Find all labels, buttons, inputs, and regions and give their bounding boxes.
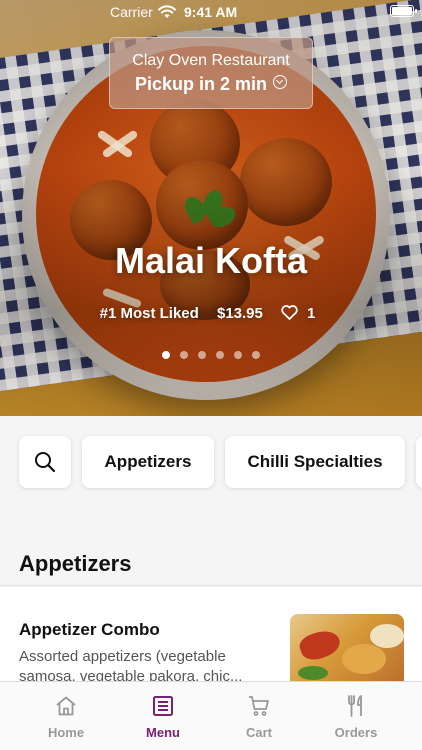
like-counter[interactable]: 1: [281, 305, 322, 322]
tab-orders[interactable]: Orders: [308, 682, 404, 750]
cart-icon: [249, 696, 269, 716]
tab-home[interactable]: Home: [18, 682, 114, 750]
tab-label: Home: [47, 725, 85, 740]
section-title: Appetizers: [19, 551, 132, 576]
chevron-down-circle-icon: [273, 75, 288, 89]
like-count: 1: [307, 305, 316, 322]
fork-knife-icon: [348, 695, 362, 717]
tab-label: Orders: [334, 725, 378, 740]
category-chip-chilli-specialties[interactable]: Chilli Specialties: [225, 436, 405, 488]
pager-dot[interactable]: [216, 351, 224, 359]
category-chip-next[interactable]: [416, 436, 422, 488]
pager-dot[interactable]: [180, 351, 188, 359]
section-header: Appetizers: [0, 538, 422, 586]
battery-icon: [390, 5, 417, 17]
wifi-icon: [158, 5, 176, 18]
tab-cart[interactable]: Cart: [211, 682, 307, 750]
search-icon: [35, 452, 56, 473]
tab-menu[interactable]: Menu: [115, 682, 211, 750]
pager-dot[interactable]: [162, 351, 170, 359]
pickup-time-label: Pickup in 2 min: [134, 74, 268, 94]
menu-item-card[interactable]: Appetizer Combo Assorted appetizers (veg…: [0, 587, 422, 687]
category-chips[interactable]: Appetizers Chilli Specialties: [0, 416, 422, 512]
restaurant-pickup-selector[interactable]: Clay Oven Restaurant Pickup in 2 min: [109, 37, 313, 109]
carrier-label: Carrier: [110, 4, 153, 20]
most-liked-badge: #1 Most Liked: [99, 305, 199, 322]
tab-label: Menu: [146, 725, 180, 740]
menu-item-name: Appetizer Combo: [19, 620, 160, 639]
photo-food-piece: [370, 624, 404, 648]
clock: 9:41 AM: [184, 4, 238, 20]
tab-label: Cart: [245, 725, 272, 740]
restaurant-name: Clay Oven Restaurant: [132, 52, 290, 69]
menu-item-photo: [290, 614, 404, 687]
tab-bar: Home Menu Cart Orders: [0, 681, 422, 750]
status-bar: Carrier 9:41 AM: [0, 0, 422, 24]
category-chip-appetizers[interactable]: Appetizers: [82, 436, 214, 488]
pager-dot[interactable]: [252, 351, 260, 359]
pager-dot[interactable]: [234, 351, 242, 359]
heart-icon: [281, 305, 298, 320]
pager-dot[interactable]: [198, 351, 206, 359]
hero-banner[interactable]: Carrier 9:41 AM Clay Oven Restaurant Pic…: [0, 0, 422, 416]
photo-food-piece: [342, 644, 386, 674]
featured-dish-title: Malai Kofta: [114, 240, 308, 281]
home-icon: [56, 696, 76, 716]
dish-price: $13.95: [216, 305, 263, 322]
menu-icon: [153, 696, 173, 716]
featured-dish-meta: #1 Most Liked $13.95 1: [0, 305, 422, 322]
carousel-pager[interactable]: [0, 351, 422, 359]
photo-food-piece: [298, 666, 328, 680]
pickup-time: Pickup in 2 min: [110, 74, 312, 95]
search-button[interactable]: [19, 436, 71, 488]
photo-food-piece: [296, 625, 344, 665]
